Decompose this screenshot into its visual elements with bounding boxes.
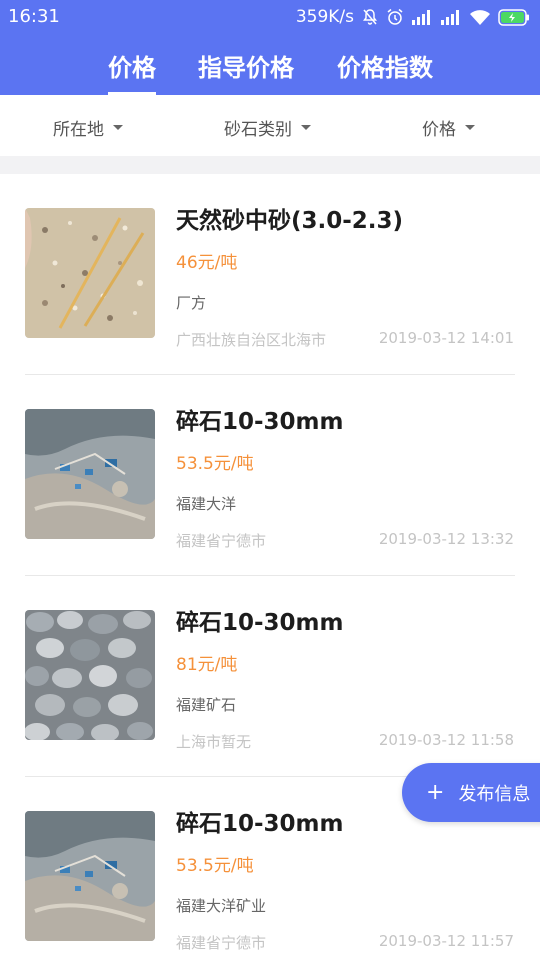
- item-supplier: 福建矿石: [176, 696, 237, 714]
- filter-bar: 所在地 砂石类别 价格: [0, 95, 540, 156]
- tab-price-label: 价格: [108, 54, 156, 82]
- quarry-aerial-photo: [25, 811, 155, 941]
- filter-price[interactable]: 价格: [422, 115, 475, 140]
- filter-price-label: 价格: [422, 120, 456, 140]
- item-region: 广西壮族自治区北海市: [176, 331, 327, 349]
- status-time: 16:31: [8, 6, 60, 27]
- filter-category-label: 砂石类别: [224, 120, 292, 140]
- item-price: 46元/吨: [176, 253, 238, 273]
- caret-down-icon: [113, 125, 123, 130]
- net-speed: 359K/s: [295, 7, 354, 27]
- wifi-icon: [469, 9, 491, 26]
- item-time: 2019-03-12 11:57: [378, 932, 514, 950]
- item-time: 2019-03-12 13:32: [378, 530, 514, 548]
- item-time: 2019-03-12 14:01: [378, 329, 514, 347]
- signal-icon-2: [440, 9, 462, 25]
- list-item[interactable]: 碎石10-30mm 81元/吨 福建矿石 上海市暂无 2019-03-12 11…: [0, 576, 540, 777]
- list-item[interactable]: 天然砂中砂(3.0-2.3) 46元/吨 厂方 广西壮族自治区北海市 2019-…: [0, 174, 540, 375]
- tab-price[interactable]: 价格: [108, 48, 156, 95]
- item-region: 福建省宁德市: [176, 934, 267, 952]
- quarry-aerial-photo: [25, 409, 155, 539]
- item-region: 上海市暂无: [176, 733, 252, 751]
- publish-button[interactable]: + 发布信息: [402, 763, 540, 822]
- item-title: 碎石10-30mm: [176, 409, 344, 435]
- status-bar: 16:31 359K/s: [0, 0, 540, 36]
- caret-down-icon: [301, 125, 311, 130]
- item-supplier: 福建大洋: [176, 495, 237, 513]
- item-supplier: 福建大洋矿业: [176, 897, 267, 915]
- item-region: 福建省宁德市: [176, 532, 267, 550]
- mute-icon: [361, 8, 379, 26]
- item-supplier: 厂方: [176, 294, 207, 312]
- app-header: 16:31 359K/s 价格 指导价格 价格指数: [0, 0, 540, 95]
- gravel-photo: [25, 610, 155, 740]
- item-title: 碎石10-30mm: [176, 610, 344, 636]
- battery-icon: [498, 8, 530, 26]
- status-icons: 359K/s: [296, 5, 530, 29]
- tab-guide-price-label: 指导价格: [198, 54, 294, 82]
- item-time: 2019-03-12 11:58: [378, 731, 514, 749]
- tab-price-index-label: 价格指数: [337, 54, 433, 82]
- caret-down-icon: [465, 125, 475, 130]
- filter-location[interactable]: 所在地: [53, 115, 123, 140]
- item-price: 53.5元/吨: [176, 454, 254, 474]
- section-separator: [0, 156, 540, 174]
- item-title: 碎石10-30mm: [176, 811, 344, 837]
- filter-category[interactable]: 砂石类别: [224, 115, 311, 140]
- sand-photo: [25, 208, 155, 338]
- tab-bar: 价格 指导价格 价格指数: [0, 44, 540, 95]
- item-price: 81元/吨: [176, 655, 238, 675]
- filter-location-label: 所在地: [53, 120, 104, 140]
- tab-guide-price[interactable]: 指导价格: [198, 48, 294, 95]
- tab-price-index[interactable]: 价格指数: [337, 48, 433, 95]
- item-title: 天然砂中砂(3.0-2.3): [176, 208, 404, 234]
- plus-icon: +: [426, 779, 445, 805]
- list-item[interactable]: 碎石10-30mm 53.5元/吨 福建大洋 福建省宁德市 2019-03-12…: [0, 375, 540, 576]
- item-price: 53.5元/吨: [176, 856, 254, 876]
- signal-icon: [411, 9, 433, 25]
- publish-button-label: 发布信息: [458, 783, 531, 805]
- alarm-icon: [386, 8, 404, 26]
